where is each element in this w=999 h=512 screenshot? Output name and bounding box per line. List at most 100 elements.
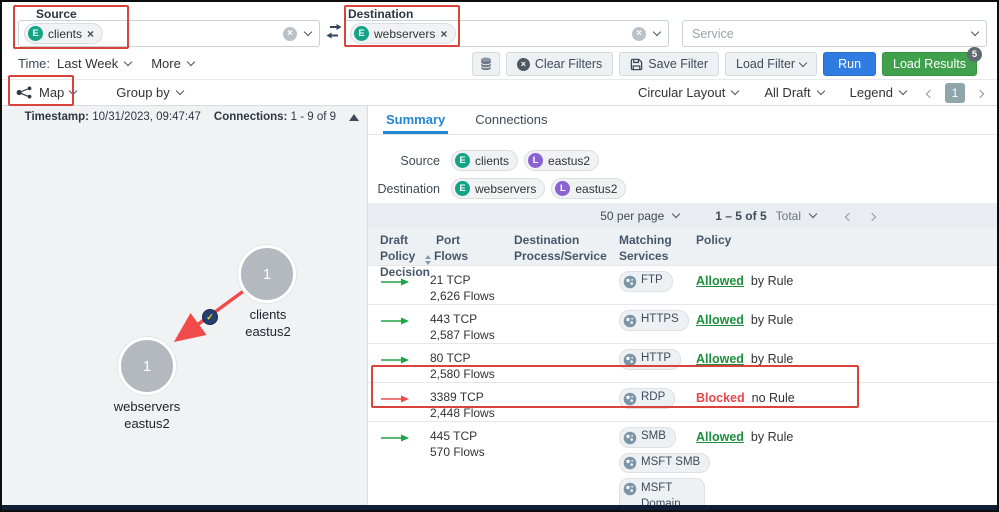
flows-value: 570 Flows — [430, 445, 485, 459]
destination-tag-label: webservers — [374, 26, 436, 41]
col-header-destination-process: Destination Process/Service — [514, 233, 607, 264]
table-row-smb[interactable]: 445 TCP 570 Flows SMB MSFT SMB MSFT Doma… — [368, 421, 997, 510]
load-results-button[interactable]: Load Results 5 — [882, 47, 982, 76]
collapse-panel-icon[interactable] — [349, 113, 359, 121]
node-webservers[interactable]: 1 — [118, 337, 176, 395]
location-label-icon: L — [528, 153, 544, 168]
policy-detail: by Rule — [750, 430, 794, 444]
current-page-indicator[interactable]: 1 — [945, 82, 965, 103]
connections-count: 1 - 9 of 9 — [290, 111, 336, 123]
layout-dropdown[interactable]: Circular Layout — [629, 85, 747, 100]
database-icon — [480, 57, 492, 71]
service-icon — [623, 431, 637, 444]
load-filter-button[interactable]: Load Filter — [725, 52, 818, 76]
service-filter-field[interactable]: Service — [682, 20, 987, 47]
map-view-dropdown[interactable]: Map — [16, 85, 78, 100]
policy-decision-link[interactable]: Allowed — [696, 352, 744, 366]
page-next-button[interactable] — [973, 85, 987, 100]
table-prev-page-button[interactable] — [842, 209, 856, 223]
chevron-down-icon[interactable] — [186, 57, 196, 67]
destination-tag-webservers[interactable]: E webservers × — [350, 23, 457, 44]
chevron-down-icon[interactable] — [123, 57, 133, 67]
service-pill[interactable]: RDP — [619, 388, 676, 409]
enforcement-boundary-icon: E — [354, 26, 369, 41]
per-page-dropdown[interactable]: 50 per page — [600, 209, 664, 223]
tab-summary[interactable]: Summary — [382, 106, 449, 134]
service-icon — [623, 392, 637, 405]
service-pill[interactable]: MSFT SMB — [619, 452, 711, 473]
service-name: HTTP — [641, 352, 672, 364]
more-dropdown[interactable]: More — [151, 56, 181, 71]
policy-detail: no Rule — [751, 391, 795, 405]
col-header-port-flows[interactable]: Port Flows — [425, 232, 514, 266]
table-row-rdp-blocked[interactable]: 3389 TCP 2,448 Flows RDP Blocked no Rule — [368, 382, 997, 421]
save-filter-button[interactable]: Save Filter — [619, 52, 720, 76]
run-button[interactable]: Run — [823, 52, 877, 76]
source-field-label: Source — [36, 7, 77, 21]
group-by-dropdown[interactable]: Group by — [116, 85, 185, 100]
node-clients-label: clients eastus2 — [245, 307, 291, 339]
service-name: HTTPS — [641, 313, 679, 325]
service-pill[interactable]: HTTP — [619, 349, 682, 370]
chevron-down-icon[interactable] — [303, 27, 313, 37]
summary-tag[interactable]: E clients — [451, 150, 519, 171]
sort-icon[interactable] — [425, 255, 431, 266]
chevron-down-icon — [175, 86, 185, 96]
service-name: FTP — [641, 274, 663, 286]
service-pill[interactable]: HTTPS — [619, 310, 689, 331]
chevron-left-icon — [844, 212, 854, 221]
table-next-page-button[interactable] — [865, 209, 879, 223]
policy-decision-link[interactable]: Allowed — [696, 274, 744, 288]
chevron-down-icon[interactable] — [808, 209, 818, 219]
tab-connections[interactable]: Connections — [475, 106, 547, 134]
source-filter-field[interactable]: E clients × — [18, 20, 320, 47]
policy-version-dropdown[interactable]: All Draft — [755, 85, 832, 100]
saved-results-button[interactable] — [471, 52, 500, 76]
clear-field-icon[interactable] — [283, 26, 297, 41]
table-row-ftp[interactable]: 21 TCP 2,626 Flows FTP Allowed by Rule — [368, 265, 997, 304]
results-count-badge: 5 — [967, 47, 982, 62]
node-workload-count: 1 — [142, 357, 152, 375]
chevron-right-icon — [867, 212, 877, 221]
destination-field-label: Destination — [348, 7, 414, 21]
flows-value: 2,587 Flows — [430, 328, 495, 342]
map-panel[interactable]: Timestamp: 10/31/2023, 09:47:47 Connecti… — [2, 106, 368, 505]
chevron-down-icon[interactable] — [672, 209, 681, 219]
time-range-dropdown[interactable]: Last Week — [57, 56, 118, 71]
summary-tag[interactable]: L eastus2 — [524, 150, 600, 171]
summary-tag[interactable]: L eastus2 — [551, 178, 627, 199]
policy-decision-link[interactable]: Allowed — [696, 313, 744, 327]
chevron-down-icon[interactable] — [970, 27, 980, 37]
draft-policy-arrow-icon — [380, 313, 410, 331]
chevron-down-icon[interactable] — [652, 27, 662, 37]
remove-tag-icon[interactable]: × — [440, 28, 447, 40]
connections-table-body: 21 TCP 2,626 Flows FTP Allowed by Rule 4… — [368, 265, 997, 510]
table-row-http[interactable]: 80 TCP 2,580 Flows HTTP Allowed by Rule — [368, 343, 997, 382]
service-pill[interactable]: SMB — [619, 427, 676, 448]
clear-circle-icon — [516, 57, 530, 71]
source-tag-clients[interactable]: E clients × — [24, 23, 104, 44]
service-icon — [623, 314, 637, 327]
legend-dropdown[interactable]: Legend — [841, 85, 915, 100]
clear-filters-button[interactable]: Clear Filters — [505, 52, 614, 76]
port-value: 21 TCP — [430, 273, 471, 287]
swap-source-destination-button[interactable] — [326, 24, 342, 44]
service-icon — [623, 482, 637, 495]
summary-tag[interactable]: E webservers — [451, 178, 546, 199]
destination-filter-field[interactable]: E webservers × — [344, 20, 669, 47]
chevron-down-icon — [816, 86, 825, 96]
remove-tag-icon[interactable]: × — [87, 28, 94, 40]
policy-decision-link[interactable]: Allowed — [696, 430, 744, 444]
flows-value: 2,580 Flows — [430, 367, 495, 381]
traffic-link-arrow[interactable] — [2, 106, 368, 505]
clear-field-icon[interactable] — [632, 26, 646, 41]
table-row-https[interactable]: 443 TCP 2,587 Flows HTTPS Allowed by Rul… — [368, 304, 997, 343]
node-clients[interactable]: 1 — [238, 245, 296, 303]
chevron-down-icon — [731, 86, 740, 96]
port-value: 443 TCP — [430, 312, 478, 326]
time-label: Time: — [18, 56, 51, 71]
service-pill[interactable]: FTP — [619, 271, 673, 292]
enforcement-boundary-icon: E — [455, 153, 470, 168]
detail-tabs: Summary Connections — [368, 106, 997, 135]
page-previous-button[interactable] — [923, 85, 937, 100]
